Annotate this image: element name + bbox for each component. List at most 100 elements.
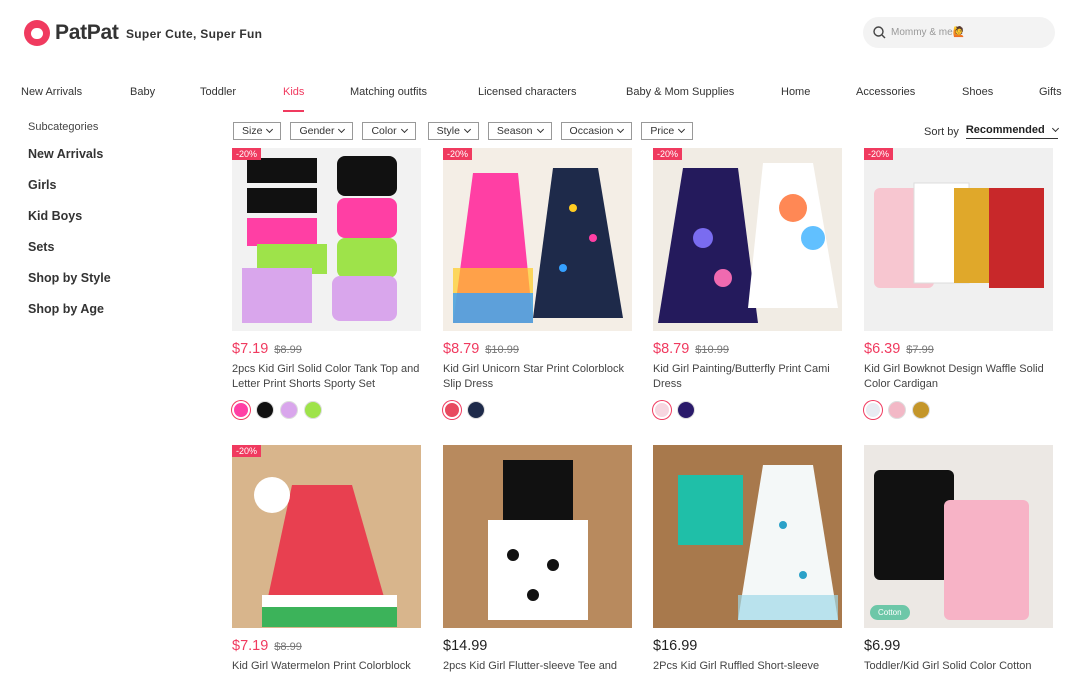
color-swatch[interactable] — [677, 401, 695, 419]
sort-value: Recommended — [965, 124, 1045, 136]
sidebar-item-new-arrivals[interactable]: New Arrivals — [28, 147, 208, 178]
product-card[interactable]: -20% $8.79 $10.99 Kid Girl Unicorn Star … — [443, 148, 632, 419]
filter-gender[interactable]: Gender — [290, 122, 354, 140]
product-image[interactable]: -20% — [232, 445, 421, 628]
color-swatch[interactable] — [256, 401, 274, 419]
filter-label: Size — [242, 125, 263, 137]
product-card[interactable]: $14.99 2pcs Kid Girl Flutter-sleeve Tee … — [443, 445, 632, 689]
nav-item-baby-mom-supplies[interactable]: Baby & Mom Supplies — [626, 84, 734, 112]
product-price: $6.99 — [864, 638, 901, 654]
color-swatch[interactable] — [467, 401, 485, 419]
product-price: $16.99 — [653, 638, 698, 654]
product-card[interactable]: $16.99 2Pcs Kid Girl Ruffled Short-sleev… — [653, 445, 842, 689]
nav-item-accessories[interactable]: Accessories — [856, 84, 915, 112]
product-card[interactable]: -20% $6.39 $7.99 Kid Girl Bowknot Design… — [864, 148, 1053, 419]
product-title[interactable]: Kid Girl Painting/Butterfly Print Cami D… — [653, 362, 842, 392]
filter-price[interactable]: Price — [641, 122, 694, 140]
product-title[interactable]: Kid Girl Unicorn Star Print Colorblock S… — [443, 362, 632, 392]
color-swatch[interactable] — [280, 401, 298, 419]
filter-label: Style — [436, 125, 460, 137]
filter-label: Gender — [299, 125, 335, 137]
subcategory-sidebar: Subcategories New Arrivals Girls Kid Boy… — [28, 121, 208, 333]
heart-logo-icon — [24, 20, 50, 46]
color-swatch[interactable] — [653, 401, 671, 419]
sort-label: Sort by — [924, 125, 959, 138]
product-card[interactable]: -20% $7.19 $8.99 2pcs Kid Girl Solid Col… — [232, 148, 421, 419]
product-photo — [874, 182, 1044, 288]
nav-item-kids[interactable]: Kids — [283, 84, 305, 112]
product-title[interactable]: Kid Girl Watermelon Print Colorblock — [232, 659, 421, 689]
nav-item-baby[interactable]: Baby — [130, 84, 155, 112]
filter-occasion[interactable]: Occasion — [560, 122, 633, 140]
product-image[interactable]: -20% — [443, 148, 632, 331]
patpat-logo[interactable]: PatPat — [24, 20, 119, 46]
category-nav: New Arrivals Baby Toddler Kids Matching … — [0, 84, 1080, 112]
product-price: $7.19 — [232, 341, 269, 357]
chevron-down-icon — [678, 125, 686, 134]
subcategories-heading: Subcategories — [28, 121, 99, 133]
product-image[interactable]: -20% — [232, 148, 421, 331]
sidebar-item-shop-by-style[interactable]: Shop by Style — [28, 271, 208, 302]
discount-badge: -20% — [653, 148, 683, 160]
sidebar-item-girls[interactable]: Girls — [28, 178, 208, 209]
chevron-down-icon — [463, 125, 471, 134]
sidebar-item-kid-boys[interactable]: Kid Boys — [28, 209, 208, 240]
discount-badge: -20% — [232, 148, 262, 160]
sidebar-item-shop-by-age[interactable]: Shop by Age — [28, 302, 208, 333]
search-input[interactable]: Mommy & me🙋 — [863, 17, 1055, 48]
product-image[interactable]: -20% — [864, 148, 1053, 331]
color-swatches — [653, 401, 842, 419]
filter-season[interactable]: Season — [487, 122, 552, 140]
price-row: $8.79 $10.99 — [443, 341, 632, 357]
chevron-down-icon — [400, 125, 408, 134]
product-photo — [254, 477, 397, 627]
product-card[interactable]: Cotton $6.99 Toddler/Kid Girl Solid Colo… — [864, 445, 1053, 689]
product-image[interactable] — [443, 445, 632, 628]
filter-bar: Size Gender Color Style Season Occasion … — [233, 122, 694, 140]
nav-item-new-arrivals[interactable]: New Arrivals — [21, 84, 82, 112]
product-image[interactable]: -20% — [653, 148, 842, 331]
product-title[interactable]: Toddler/Kid Girl Solid Color Cotton — [864, 659, 1053, 689]
product-price: $7.19 — [232, 638, 269, 654]
color-swatch[interactable] — [304, 401, 322, 419]
sidebar-item-sets[interactable]: Sets — [28, 240, 208, 271]
filter-size[interactable]: Size — [233, 122, 282, 140]
product-title[interactable]: Kid Girl Bowknot Design Waffle Solid Col… — [864, 362, 1053, 392]
nav-item-home[interactable]: Home — [781, 84, 810, 112]
product-image[interactable] — [653, 445, 842, 628]
product-card[interactable]: -20% $8.79 $10.99 Kid Girl Painting/Butt… — [653, 148, 842, 419]
brand-name: PatPat — [55, 21, 119, 44]
filter-color[interactable]: Color — [362, 122, 416, 140]
product-title[interactable]: 2pcs Kid Girl Solid Color Tank Top and L… — [232, 362, 421, 392]
price-row: $16.99 — [653, 638, 842, 654]
nav-item-toddler[interactable]: Toddler — [200, 84, 236, 112]
chevron-down-icon — [338, 125, 346, 134]
filter-label: Season — [496, 125, 533, 137]
color-swatch[interactable] — [443, 401, 461, 419]
original-price: $8.99 — [274, 641, 302, 653]
product-card[interactable]: -20% $7.19 $8.99 Kid Girl Watermelon Pri… — [232, 445, 421, 689]
filter-label: Color — [371, 125, 397, 137]
header: PatPat Super Cute, Super Fun Mommy & me🙋 — [0, 0, 1080, 70]
product-price: $14.99 — [443, 638, 488, 654]
product-title[interactable]: 2pcs Kid Girl Flutter-sleeve Tee and — [443, 659, 632, 689]
color-swatch[interactable] — [912, 401, 930, 419]
nav-item-gifts[interactable]: Gifts — [1039, 84, 1062, 112]
product-price: $6.39 — [864, 341, 901, 357]
chevron-down-icon — [1051, 124, 1059, 133]
chevron-down-icon — [617, 125, 625, 134]
filter-style[interactable]: Style — [427, 122, 479, 140]
product-title[interactable]: 2Pcs Kid Girl Ruffled Short-sleeve — [653, 659, 842, 689]
nav-item-matching-outfits[interactable]: Matching outfits — [350, 84, 427, 112]
sort-dropdown[interactable]: Recommended — [965, 124, 1059, 139]
product-image[interactable]: Cotton — [864, 445, 1053, 628]
product-photo — [488, 460, 588, 620]
product-photo — [874, 470, 1029, 620]
color-swatch[interactable] — [864, 401, 882, 419]
product-photo — [453, 168, 623, 323]
nav-item-shoes[interactable]: Shoes — [962, 84, 993, 112]
nav-item-licensed-characters[interactable]: Licensed characters — [478, 84, 576, 112]
color-swatch[interactable] — [232, 401, 250, 419]
color-swatch[interactable] — [888, 401, 906, 419]
filter-label: Occasion — [569, 125, 614, 137]
